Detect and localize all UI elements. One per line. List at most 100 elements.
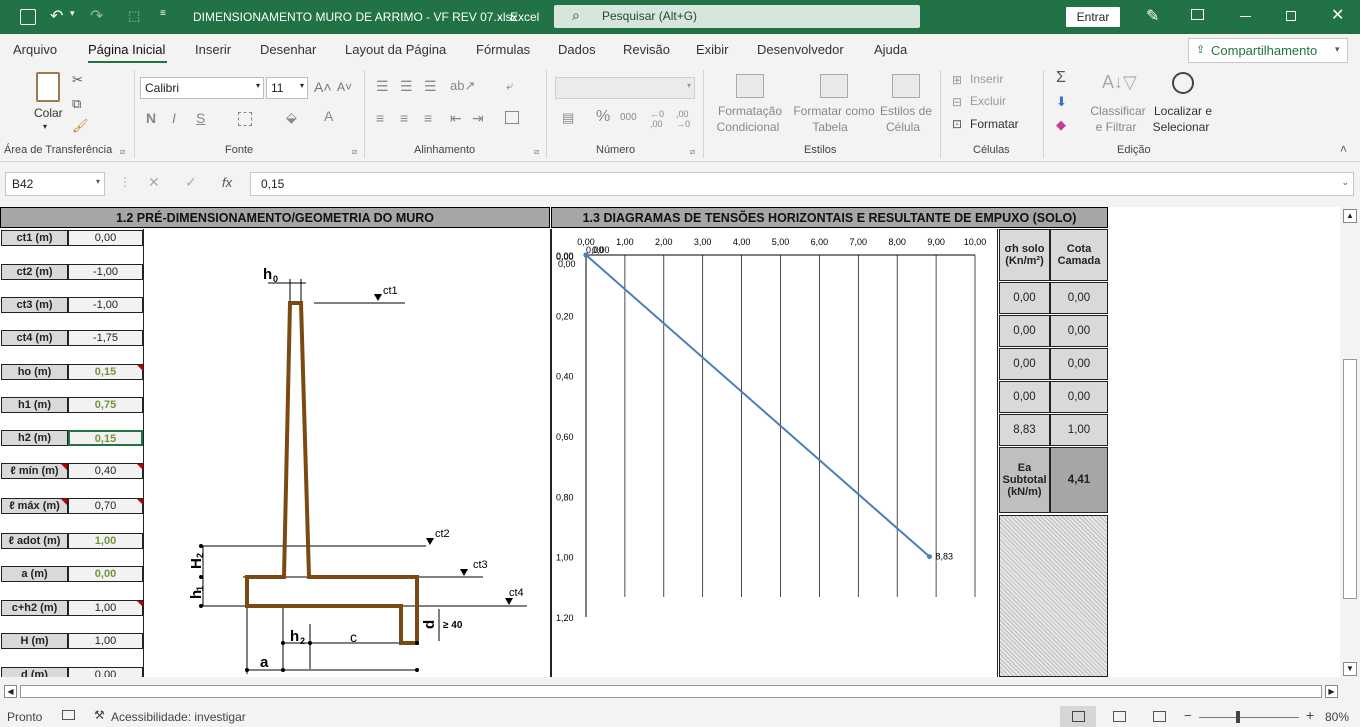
orientation-icon[interactable]: ab↗ <box>450 78 475 94</box>
undo-icon[interactable]: ↶ <box>50 6 63 26</box>
italic-button[interactable]: I <box>172 110 176 126</box>
param-value[interactable]: 0,00 <box>68 667 143 677</box>
table-cell-cota[interactable]: 1,00 <box>1050 414 1108 446</box>
ea-value[interactable]: 4,41 <box>1050 447 1108 513</box>
param-value[interactable]: 1,00 <box>68 533 143 549</box>
comment-indicator[interactable] <box>61 464 67 470</box>
touch-mode-icon[interactable]: ⬚ <box>128 8 140 24</box>
clear-icon[interactable]: ◆ <box>1056 117 1066 133</box>
tab-layout[interactable]: Layout da Página <box>345 42 446 57</box>
scroll-left-icon[interactable]: ◀ <box>4 685 17 698</box>
align-center-icon[interactable]: ≡ <box>400 110 408 126</box>
dialog-launcher-icon[interactable]: ⧄ <box>352 147 357 157</box>
accessibility-icon[interactable]: ⚒ <box>94 708 105 722</box>
scroll-up-icon[interactable]: ▲ <box>1343 209 1357 223</box>
merge-center-icon[interactable] <box>505 111 519 124</box>
align-middle-icon[interactable]: ☰ <box>400 78 413 95</box>
table-cell-cota[interactable]: 0,00 <box>1050 282 1108 314</box>
format-painter-icon[interactable]: 🖌 <box>72 118 89 134</box>
horizontal-scrollbar[interactable]: ◀ ▶ <box>0 683 1340 699</box>
param-value[interactable]: 1,00 <box>68 600 143 616</box>
fill-icon[interactable]: ⬇ <box>1056 94 1067 110</box>
table-header-cota[interactable]: Cota Camada <box>1050 229 1108 281</box>
increase-decimal-icon[interactable]: ←0,00 <box>650 109 664 129</box>
grow-font-icon[interactable]: A˄ <box>314 79 332 95</box>
sort-filter-button[interactable]: A↓▽ Classificar e Filtrar <box>1088 72 1148 142</box>
align-bottom-icon[interactable]: ☰ <box>424 78 437 95</box>
param-value[interactable]: -1,00 <box>68 264 143 280</box>
table-cell-stress[interactable]: 0,00 <box>999 315 1050 347</box>
zoom-level[interactable]: 80% <box>1325 710 1349 724</box>
comment-indicator[interactable] <box>61 499 67 505</box>
table-header-stress[interactable]: σh solo (Kn/m²) <box>999 229 1050 281</box>
scroll-thumb[interactable] <box>1343 359 1357 599</box>
param-value[interactable]: 0,00 <box>68 230 143 246</box>
param-value[interactable]: 0,40 <box>68 463 143 479</box>
copy-icon[interactable]: ⧉ <box>72 96 81 112</box>
save-icon[interactable] <box>20 9 36 25</box>
param-value[interactable]: 0,15 <box>68 364 143 380</box>
accounting-format-icon[interactable]: ▤ <box>562 110 574 126</box>
undo-dropdown-icon[interactable]: ▾ <box>70 8 75 19</box>
formula-input[interactable]: 0,15 ⌄ <box>250 172 1354 196</box>
format-cells-icon[interactable]: ⊡ <box>952 117 962 131</box>
cut-icon[interactable]: ✂ <box>72 72 83 88</box>
close-icon[interactable]: ✕ <box>1331 5 1344 25</box>
page-break-view-icon[interactable] <box>1153 711 1166 722</box>
scroll-down-icon[interactable]: ▼ <box>1343 662 1357 676</box>
align-left-icon[interactable]: ≡ <box>376 110 384 126</box>
zoom-slider-thumb[interactable] <box>1236 711 1240 723</box>
dialog-launcher-icon[interactable]: ⧄ <box>534 147 539 157</box>
shrink-font-icon[interactable]: A˅ <box>337 80 352 94</box>
format-cells-label[interactable]: Formatar <box>970 117 1019 131</box>
enter-icon[interactable]: ✓ <box>185 174 197 191</box>
param-value[interactable]: -1,75 <box>68 330 143 346</box>
percent-icon[interactable]: % <box>596 108 610 126</box>
tab-desenvolvedor[interactable]: Desenvolvedor <box>757 42 844 57</box>
name-box[interactable]: B42 ▾ <box>5 172 105 196</box>
zoom-out-icon[interactable]: − <box>1184 708 1192 723</box>
customize-qat-icon[interactable]: ≡ <box>160 8 166 19</box>
tab-inserir[interactable]: Inserir <box>195 42 231 57</box>
macro-record-icon[interactable] <box>62 710 75 720</box>
table-cell-stress[interactable]: 8,83 <box>999 414 1050 446</box>
zoom-slider-track[interactable] <box>1199 717 1299 718</box>
delete-cells-icon[interactable]: ⊟ <box>952 95 962 109</box>
param-value[interactable]: 0,70 <box>68 498 143 514</box>
param-value[interactable]: 1,00 <box>68 633 143 649</box>
tab-pagina-inicial[interactable]: Página Inicial <box>88 42 165 57</box>
collapse-ribbon-icon[interactable]: ˄ <box>1340 142 1347 156</box>
dialog-launcher-icon[interactable]: ⧄ <box>690 147 695 157</box>
insert-cells-icon[interactable]: ⊞ <box>952 73 962 87</box>
align-right-icon[interactable]: ≡ <box>424 110 432 126</box>
cancel-icon[interactable]: ✕ <box>148 174 160 191</box>
format-as-table-button[interactable]: Formatar como Tabela <box>790 72 878 142</box>
decrease-decimal-icon[interactable]: ,00 →0 <box>676 109 690 129</box>
autosum-icon[interactable]: Σ <box>1056 69 1066 87</box>
tab-revisao[interactable]: Revisão <box>623 42 670 57</box>
dialog-launcher-icon[interactable]: ⧄ <box>120 147 125 157</box>
insert-function-icon[interactable]: fx <box>222 175 232 190</box>
fill-color-icon[interactable]: ⬙ <box>286 109 297 126</box>
underline-button[interactable]: S <box>196 110 205 126</box>
search-box[interactable]: ⌕ Pesquisar (Alt+G) <box>554 5 920 28</box>
font-size-select[interactable]: 11 ▾ <box>266 77 308 99</box>
font-color-icon[interactable]: A <box>324 108 333 124</box>
table-cell-stress[interactable]: 0,00 <box>999 348 1050 380</box>
pen-icon[interactable]: ✎ <box>1146 6 1159 26</box>
insert-cells-label[interactable]: Inserir <box>970 72 1003 86</box>
param-value[interactable]: -1,00 <box>68 297 143 313</box>
param-value[interactable]: 0,75 <box>68 397 143 413</box>
ribbon-display-icon[interactable] <box>1191 9 1204 20</box>
horizontal-scroll-thumb[interactable] <box>20 685 1322 698</box>
table-cell-cota[interactable]: 0,00 <box>1050 348 1108 380</box>
vertical-scrollbar[interactable]: ▲ ▼ <box>1340 207 1360 677</box>
table-cell-cota[interactable]: 0,00 <box>1050 315 1108 347</box>
ea-label[interactable]: Ea Subtotal (kN/m) <box>999 447 1050 513</box>
tab-formulas[interactable]: Fórmulas <box>476 42 530 57</box>
tab-arquivo[interactable]: Arquivo <box>13 42 57 57</box>
bold-button[interactable]: N <box>146 110 156 126</box>
share-button[interactable]: ⇪ Compartilhamento ▾ <box>1188 38 1348 63</box>
comma-style-icon[interactable]: 000 <box>620 112 637 123</box>
sign-in-button[interactable]: Entrar <box>1066 7 1120 27</box>
